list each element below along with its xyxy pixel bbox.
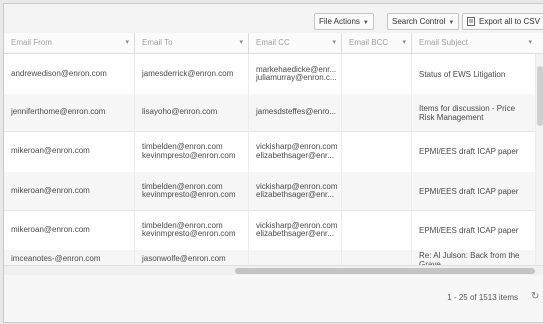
column-label: Email CC bbox=[256, 38, 290, 47]
cell-email-to-text: timbelden@enron.com kevinmpresto@enron.c… bbox=[142, 181, 236, 199]
cell-email-to: lisayoho@enron.com bbox=[135, 94, 249, 131]
chevron-down-icon[interactable]: ▾ bbox=[402, 33, 406, 53]
cell-email-cc: markehaedicke@enr... juliamurray@enron.c… bbox=[249, 54, 342, 94]
cell-email-from-text: mikeroan@enron.com bbox=[11, 185, 90, 195]
document-icon bbox=[467, 16, 475, 31]
cell-email-to-text: jamesderrick@enron.com bbox=[142, 68, 234, 78]
cell-email-to-text: jasonwolfe@enron.com bbox=[142, 254, 226, 264]
cell-email-from-text: mikeroan@enron.com bbox=[11, 224, 90, 234]
chevron-down-icon[interactable]: ▾ bbox=[125, 33, 129, 53]
cell-email-from: mikeroan@enron.com bbox=[4, 210, 135, 250]
column-header-email-to[interactable]: Email To ▾ bbox=[135, 33, 249, 53]
cell-email-from: mikeroan@enron.com bbox=[4, 172, 135, 210]
cell-email-subject-text: EPMI/EES draft ICAP paper bbox=[419, 186, 519, 196]
column-header-email-cc[interactable]: Email CC ▾ bbox=[249, 33, 342, 53]
column-label: Email Subject bbox=[419, 38, 468, 47]
cell-email-cc-text: jamesdsteffes@enro... bbox=[256, 107, 337, 117]
pagination-info: 1 - 25 of 1513 items bbox=[447, 293, 518, 302]
cell-email-subject-text: EPMI/EES draft ICAP paper bbox=[419, 147, 519, 156]
cell-email-to-text: lisayoho@enron.com bbox=[142, 107, 218, 117]
chevron-down-icon[interactable]: ▾ bbox=[528, 33, 532, 53]
cell-email-bcc bbox=[342, 94, 412, 131]
toolbar: File Actions ▼ Search Control ▼ Export all… bbox=[4, 4, 543, 34]
search-control-label: Search Control bbox=[392, 17, 446, 26]
cell-email-to: timbelden@enron.com kevinmpresto@enron.c… bbox=[135, 210, 249, 250]
chevron-down-icon[interactable]: ▾ bbox=[332, 33, 336, 53]
cell-email-cc-text: vickisharp@enron.com elizabethsager@enr.… bbox=[256, 181, 338, 199]
cell-email-from-text: imceanotes-@enron.com bbox=[11, 254, 101, 264]
cell-email-from-text: jenniferthome@enron.com bbox=[11, 107, 106, 117]
column-label: Email From bbox=[11, 38, 52, 47]
cell-email-from: andrewedison@enron.com bbox=[4, 54, 135, 94]
file-actions-label: File Actions bbox=[319, 17, 360, 26]
column-label: Email To bbox=[142, 38, 173, 47]
column-label: Email BCC bbox=[349, 38, 389, 47]
cell-email-subject-text: EPMI/EES draft ICAP paper bbox=[419, 225, 519, 235]
chevron-down-icon: ▼ bbox=[362, 20, 369, 26]
cell-email-bcc bbox=[342, 54, 412, 94]
cell-email-subject: EPMI/EES draft ICAP paper bbox=[412, 210, 536, 250]
file-actions-button[interactable]: File Actions ▼ bbox=[314, 13, 374, 30]
export-csv-label: Export all to CSV bbox=[479, 17, 540, 26]
cell-email-to: timbelden@enron.com kevinmpresto@enron.c… bbox=[135, 172, 249, 210]
cell-email-from: jenniferthome@enron.com bbox=[4, 94, 135, 131]
search-control-button[interactable]: Search Control ▼ bbox=[387, 13, 460, 30]
table-header: Email From ▾ Email To ▾ Email CC ▾ Email BC… bbox=[4, 33, 543, 54]
export-csv-button[interactable]: Export all to CSV bbox=[462, 13, 543, 30]
table-row[interactable]: andrewedison@enron.com jamesderrick@enron… bbox=[4, 54, 543, 95]
cell-email-to: timbelden@enron.com kevinmpresto@enron.c… bbox=[135, 131, 249, 172]
cell-email-cc: vickisharp@enron.com elizabethsager@enr.… bbox=[249, 172, 342, 210]
chevron-down-icon: ▼ bbox=[448, 20, 455, 26]
table-row[interactable]: mikeroan@enron.com timbelden@enron.com ke… bbox=[4, 172, 543, 211]
cell-email-to: jamesderrick@enron.com bbox=[135, 54, 249, 94]
refresh-icon[interactable]: ↻ bbox=[531, 291, 539, 302]
cell-email-bcc bbox=[342, 210, 412, 250]
cell-email-cc-text: markehaedicke@enr... juliamurray@enron.c… bbox=[256, 64, 337, 82]
column-header-email-bcc[interactable]: Email BCC ▾ bbox=[342, 33, 412, 53]
cell-email-cc: jamesdsteffes@enro... bbox=[249, 94, 342, 131]
cell-email-to-text: timbelden@enron.com kevinmpresto@enron.c… bbox=[142, 142, 236, 160]
vertical-scrollbar-thumb[interactable] bbox=[537, 66, 543, 126]
email-results-panel: File Actions ▼ Search Control ▼ Export all… bbox=[3, 3, 543, 323]
chevron-down-icon[interactable]: ▾ bbox=[239, 33, 243, 53]
column-header-email-from[interactable]: Email From ▾ bbox=[4, 33, 135, 53]
cell-email-subject: Status of EWS Litigation bbox=[412, 54, 536, 94]
cell-email-from-text: andrewedison@enron.com bbox=[11, 68, 107, 78]
table-row[interactable]: mikeroan@enron.com timbelden@enron.com ke… bbox=[4, 210, 543, 251]
table-row[interactable]: mikeroan@enron.com timbelden@enron.com ke… bbox=[4, 131, 543, 173]
cell-email-cc-text: vickisharp@enron.com elizabethsager@enr.… bbox=[256, 220, 338, 238]
cell-email-bcc bbox=[342, 131, 412, 172]
cell-email-subject: Items for discussion - Price Risk Manage… bbox=[412, 94, 536, 131]
cell-email-cc: vickisharp@enron.com elizabethsager@enr.… bbox=[249, 210, 342, 250]
cell-email-cc-text: vickisharp@enron.com elizabethsager@enr.… bbox=[256, 142, 338, 160]
table-footer: 1 - 25 of 1513 items ↻ bbox=[4, 275, 543, 322]
cell-email-from-text: mikeroan@enron.com bbox=[11, 146, 90, 156]
table-row[interactable]: jenniferthome@enron.com lisayoho@enron.co… bbox=[4, 94, 543, 132]
horizontal-scrollbar-thumb[interactable] bbox=[235, 268, 535, 274]
cell-email-subject: EPMI/EES draft ICAP paper bbox=[412, 172, 536, 210]
cell-email-subject-text: Items for discussion - Price Risk Manage… bbox=[419, 103, 516, 122]
cell-email-cc: vickisharp@enron.com elizabethsager@enr.… bbox=[249, 131, 342, 172]
cell-email-bcc bbox=[342, 172, 412, 210]
cell-email-from: mikeroan@enron.com bbox=[4, 131, 135, 172]
cell-email-subject-text: Status of EWS Litigation bbox=[419, 69, 506, 79]
column-header-email-subject[interactable]: Email Subject ▾ bbox=[412, 33, 543, 53]
vertical-scrollbar[interactable] bbox=[536, 54, 543, 265]
cell-email-to-text: timbelden@enron.com kevinmpresto@enron.c… bbox=[142, 220, 236, 238]
cell-email-subject: EPMI/EES draft ICAP paper bbox=[412, 131, 536, 172]
